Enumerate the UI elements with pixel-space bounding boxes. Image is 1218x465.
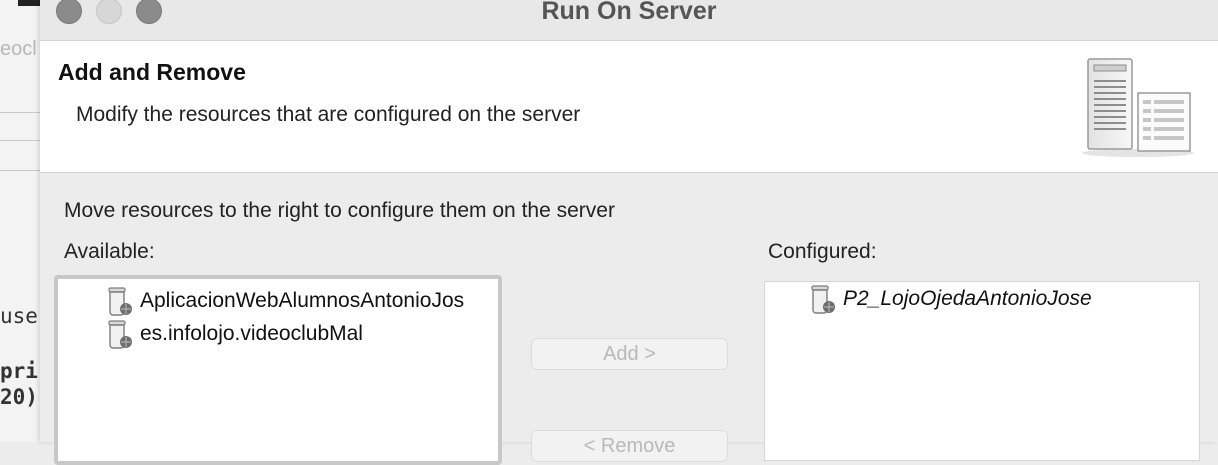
add-button[interactable]: Add > <box>531 338 728 370</box>
window-title: Run On Server <box>541 0 717 25</box>
resource-name: P2_LojoOjedaAntonioJose <box>843 287 1092 310</box>
page-title: Add and Remove <box>58 59 246 85</box>
run-on-server-dialog: Run On Server Add and Remove Modify the … <box>40 0 1218 465</box>
list-item[interactable]: P2_LojoOjedaAntonioJose <box>809 283 1092 315</box>
wizard-header: Add and Remove Modify the resources that… <box>40 41 1218 173</box>
background-code-line: 20) <box>0 385 38 409</box>
background-window-corner <box>18 0 40 6</box>
background-tab-label: eocl <box>0 38 37 60</box>
background-divider <box>0 170 40 171</box>
page-description: Modify the resources that are configured… <box>76 103 581 126</box>
configured-label: Configured: <box>768 240 877 263</box>
remove-button[interactable]: < Remove <box>531 430 728 462</box>
background-divider <box>0 140 40 141</box>
server-wizard-icon <box>1082 58 1194 157</box>
instructions-text: Move resources to the right to configure… <box>64 199 615 222</box>
background-editor: eocl use pri 20) <box>0 0 40 442</box>
resource-name: es.infolojo.videoclubMal <box>140 322 363 345</box>
title-bar: Run On Server <box>40 0 1218 41</box>
available-label: Available: <box>64 240 155 263</box>
resource-name: AplicacionWebAlumnosAntonioJos <box>140 289 465 312</box>
background-code-line: pri <box>0 359 38 383</box>
list-item[interactable]: es.infolojo.videoclubMal <box>106 318 363 350</box>
web-module-icon <box>108 287 132 316</box>
available-resources-list[interactable]: AplicacionWebAlumnosAntonioJos es.infolo… <box>54 275 502 465</box>
configured-resources-list[interactable]: P2_LojoOjedaAntonioJose <box>764 281 1200 461</box>
background-code-line: use <box>0 304 38 328</box>
web-module-icon <box>811 285 835 314</box>
web-module-icon <box>108 320 132 349</box>
background-divider <box>0 112 40 113</box>
list-item[interactable]: AplicacionWebAlumnosAntonioJos <box>106 285 464 317</box>
